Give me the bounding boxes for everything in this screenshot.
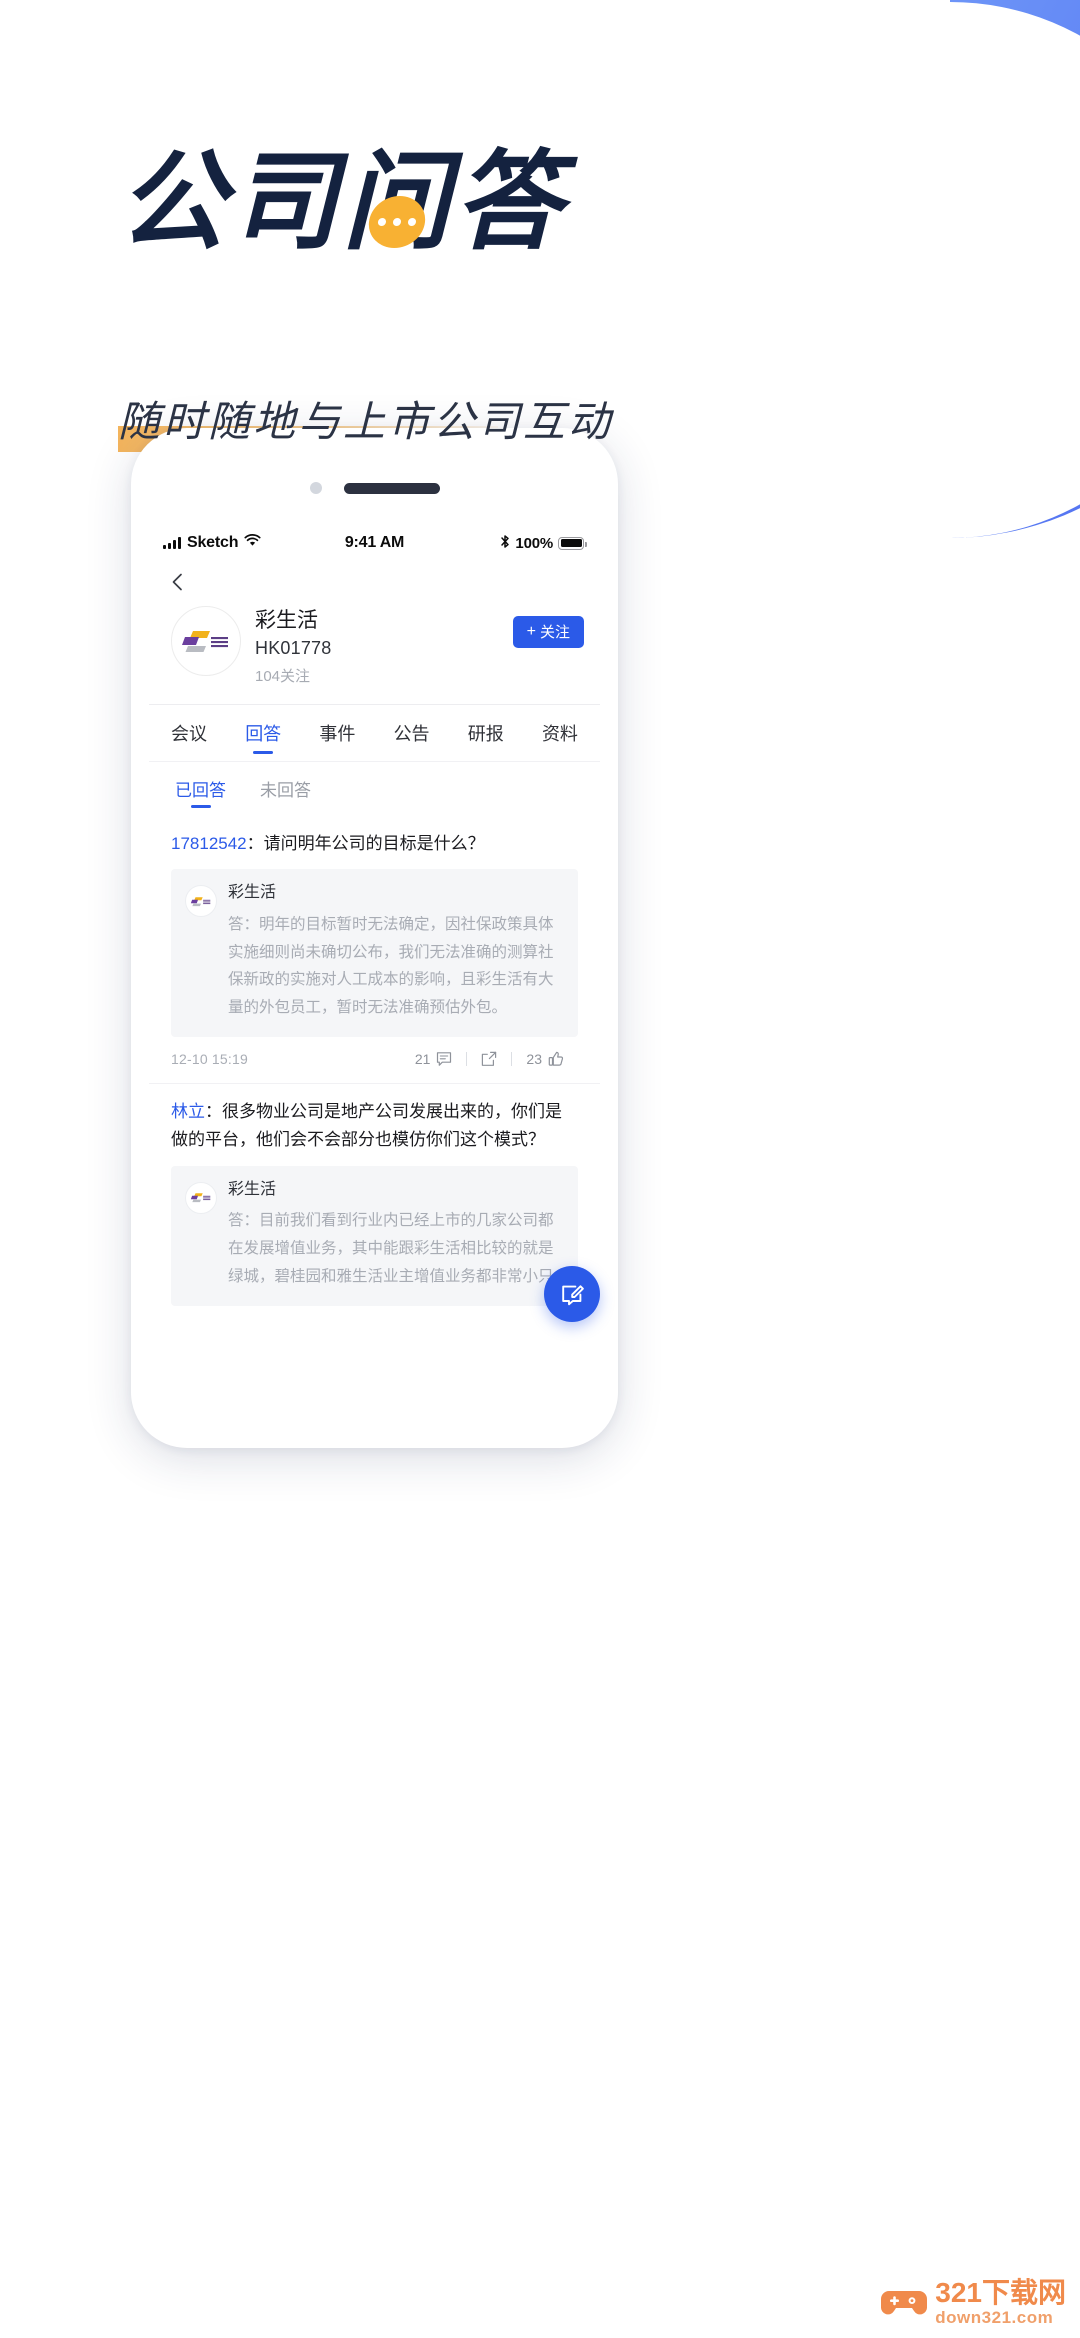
tab-shijian[interactable]: 事件 (319, 705, 355, 761)
subtab-unanswered[interactable]: 未回答 (260, 762, 311, 816)
answer-text: 答：目前我们看到行业内已经上市的几家公司都在发展增值业务，其中能跟彩生活相比较的… (228, 1212, 554, 1285)
answer-card: 彩生活 答：目前我们看到行业内已经上市的几家公司都在发展增值业务，其中能跟彩生活… (171, 1165, 578, 1307)
page-subtitle: 随时随地与上市公司互动 (118, 398, 614, 445)
follow-button[interactable]: + 关注 (512, 616, 584, 648)
page-title: 公 司 问 答 (118, 148, 566, 256)
main-tab-bar: 会议 回答 事件 公告 研报 资料 (149, 705, 600, 761)
title-char-1: 公 (118, 141, 231, 262)
share-action[interactable] (467, 1051, 511, 1067)
carrier-label: Sketch (187, 534, 239, 551)
company-follower-count: 104关注 (255, 667, 311, 685)
phone-notch (131, 480, 618, 496)
company-header: 彩生活 HK01778 104关注 + 关注 (149, 602, 600, 704)
status-bar: Sketch 9:41 AM 100% (149, 524, 600, 562)
earpiece-speaker (343, 482, 440, 494)
comment-action[interactable]: 21 (401, 1051, 467, 1067)
question-line[interactable]: 林立：很多物业公司是地产公司发展出来的，你们是做的平台，他们会不会部分也模仿你们… (171, 1084, 578, 1165)
battery-full-icon (558, 536, 587, 550)
title-char-2: 司 (230, 141, 343, 262)
phone-screen: Sketch 9:41 AM 100% 彩生活 HK01778 104关注 + … (149, 524, 600, 1386)
watermark-url: down321.com (935, 2307, 1054, 2327)
qa-feed: 17812542：请问明年公司的目标是什么？ 彩生活 答：明年的目标暂时无法确定… (149, 816, 600, 1307)
company-meta: 彩生活 HK01778 104关注 (255, 606, 513, 686)
question-separator: ： (246, 833, 264, 853)
tab-ziliao[interactable]: 资料 (542, 705, 578, 761)
answer-actions: 21 23 (401, 1051, 578, 1067)
answer-meta-row: 12-10 15:19 21 23 (171, 1037, 578, 1083)
qa-item: 林立：很多物业公司是地产公司发展出来的，你们是做的平台，他们会不会部分也模仿你们… (149, 1084, 600, 1307)
watermark-title: 321下载网 (935, 2276, 1066, 2308)
tab-huiyi[interactable]: 会议 (171, 705, 207, 761)
answer-author: 彩生活 (228, 884, 277, 902)
company-code: HK01778 (255, 638, 332, 659)
qa-item: 17812542：请问明年公司的目标是什么？ 彩生活 答：明年的目标暂时无法确定… (149, 816, 600, 1084)
screen-bottom-fade (149, 1352, 600, 1386)
comment-count: 21 (414, 1051, 431, 1068)
tab-label: 回答 (245, 723, 282, 744)
sub-tab-bar: 已回答 未回答 (149, 762, 600, 816)
hero-banner: 公 司 问 答 随时随地与上市公司互动 (0, 0, 1080, 452)
front-camera-icon (309, 482, 322, 494)
page-subtitle-wrap: 随时随地与上市公司互动 (118, 392, 613, 452)
tab-gonggao[interactable]: 公告 (394, 705, 430, 761)
site-watermark: 321下载网 down321.com (881, 2276, 1066, 2328)
follow-button-label: 关注 (539, 623, 570, 641)
wifi-icon (244, 534, 261, 552)
status-bar-right: 100% (500, 534, 587, 553)
status-bar-left: Sketch (163, 534, 261, 552)
answer-author: 彩生活 (228, 1180, 277, 1198)
back-chevron-icon[interactable] (167, 571, 189, 593)
answer-body: 彩生活 答：明年的目标暂时无法确定，因社保政策具体实施细则尚未确切公布，我们无法… (228, 883, 562, 1021)
answer-body: 彩生活 答：目前我们看到行业内已经上市的几家公司都在发展增值业务，其中能跟彩生活… (228, 1180, 562, 1291)
subtab-answered[interactable]: 已回答 (175, 762, 226, 816)
title-char-3-wrap: 问 (342, 148, 454, 256)
like-action[interactable]: 23 (512, 1051, 578, 1067)
answer-avatar (185, 885, 217, 918)
bluetooth-icon (500, 534, 510, 553)
question-text: 很多物业公司是地产公司发展出来的，你们是做的平台，他们会不会部分也模仿你们这个模… (171, 1102, 562, 1150)
tab-label: 事件 (319, 723, 356, 744)
phone-mockup: Sketch 9:41 AM 100% 彩生活 HK01778 104关注 + … (131, 428, 618, 1448)
gamepad-icon (881, 2287, 928, 2319)
write-question-icon (558, 1280, 586, 1308)
question-line[interactable]: 17812542：请问明年公司的目标是什么？ (171, 816, 578, 870)
tab-label: 资料 (541, 723, 578, 744)
battery-percent-label: 100% (515, 534, 553, 552)
plus-icon: + (526, 623, 536, 640)
thumbs-up-icon (548, 1051, 564, 1067)
like-count: 23 (526, 1051, 542, 1068)
tab-label: 会议 (171, 723, 207, 744)
tab-label: 研报 (467, 723, 504, 744)
watermark-text: 321下载网 down321.com (935, 2276, 1066, 2328)
tab-yanbao[interactable]: 研报 (468, 705, 504, 761)
tab-huida[interactable]: 回答 (245, 705, 281, 761)
subtab-label: 未回答 (260, 781, 311, 801)
answer-avatar (185, 1181, 217, 1214)
tab-label: 公告 (393, 723, 430, 744)
subtab-label: 已回答 (175, 781, 226, 801)
signal-bars-icon (163, 537, 181, 549)
company-logo-icon (171, 606, 241, 676)
share-icon (481, 1051, 497, 1067)
company-name: 彩生活 (255, 609, 318, 632)
comment-icon (436, 1051, 452, 1067)
answer-timestamp: 12-10 15:19 (171, 1051, 248, 1068)
answer-card: 彩生活 答：明年的目标暂时无法确定，因社保政策具体实施细则尚未确切公布，我们无法… (171, 869, 578, 1038)
question-text: 请问明年公司的目标是什么？ (263, 833, 485, 853)
nav-bar (149, 562, 600, 602)
question-separator: ： (205, 1102, 222, 1122)
question-asker: 林立 (171, 1102, 205, 1122)
question-asker: 17812542 (171, 833, 247, 853)
title-char-4: 答 (454, 141, 567, 262)
answer-text: 答：明年的目标暂时无法确定，因社保政策具体实施细则尚未确切公布，我们无法准确的测… (228, 916, 554, 1016)
ask-question-fab[interactable] (544, 1266, 600, 1322)
